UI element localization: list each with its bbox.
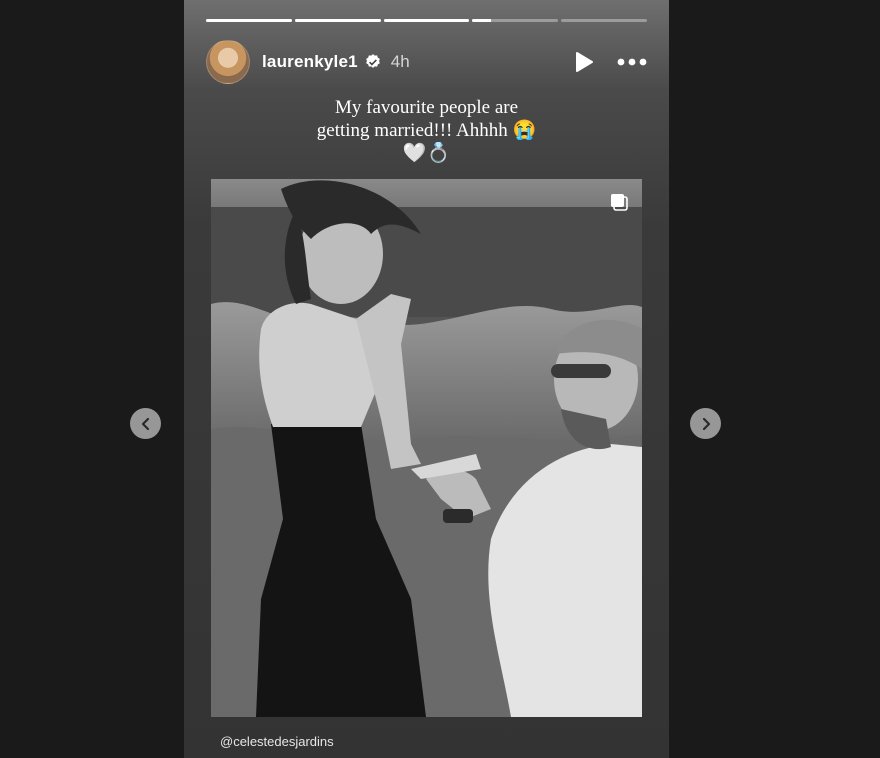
- avatar[interactable]: [206, 40, 250, 84]
- post-time: 4h: [390, 52, 410, 71]
- verified-badge-icon: [364, 53, 382, 71]
- username[interactable]: laurenkyle1: [262, 52, 358, 72]
- story-photo[interactable]: [211, 179, 642, 717]
- story-header: laurenkyle1 4h: [206, 40, 647, 84]
- story-progress-bar: [206, 19, 647, 22]
- chevron-left-icon: [141, 417, 149, 430]
- progress-segment: [206, 19, 292, 22]
- previous-story-button[interactable]: [130, 408, 161, 439]
- multiple-photos-icon: [609, 192, 629, 212]
- caption-line: getting married!!! Ahhhh 😭: [316, 120, 537, 141]
- caption-line: 🤍💍: [402, 143, 451, 164]
- caption-line: My favourite people are: [334, 97, 519, 118]
- next-story-button[interactable]: [690, 408, 721, 439]
- play-icon: [576, 52, 593, 72]
- progress-segment: [472, 19, 559, 22]
- more-options-button[interactable]: [617, 49, 647, 75]
- mention-tag[interactable]: @celestedesjardins: [220, 734, 334, 749]
- story-caption: My favourite people are getting married!…: [184, 96, 669, 165]
- play-button[interactable]: [571, 49, 597, 75]
- more-options-icon: [617, 58, 647, 66]
- story-viewer: laurenkyle1 4h My favourite people are g…: [184, 0, 669, 758]
- progress-segment: [294, 19, 381, 22]
- progress-segment: [383, 19, 470, 22]
- chevron-right-icon: [702, 417, 710, 430]
- progress-segment: [561, 19, 647, 22]
